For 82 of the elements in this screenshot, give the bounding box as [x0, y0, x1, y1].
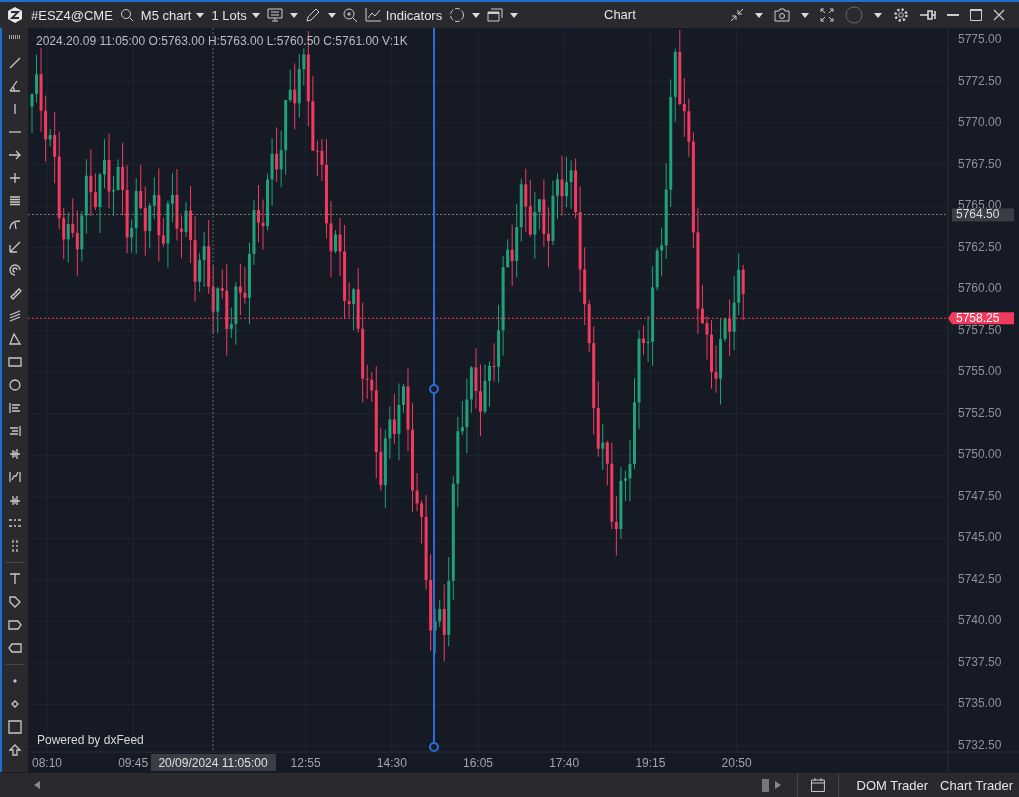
lots-dropdown[interactable]: 1 Lots [211, 7, 260, 23]
maximize-icon[interactable] [970, 9, 982, 21]
indicators-button[interactable]: Indicators [364, 7, 443, 23]
zoom-in-icon[interactable] [342, 7, 358, 23]
pin-icon[interactable] [920, 10, 936, 20]
timeframe-dropdown[interactable]: M5 chart [140, 7, 205, 23]
crosshair-icon[interactable] [7, 170, 23, 186]
monitor-icon[interactable] [266, 7, 283, 23]
bars-icon[interactable] [7, 423, 23, 439]
close-icon[interactable] [993, 9, 1005, 21]
square-icon[interactable] [7, 719, 23, 735]
panel-button[interactable]: DOM Trader [850, 777, 935, 793]
caret-icon[interactable] [801, 12, 809, 18]
bars-icon[interactable] [7, 400, 23, 416]
right-arrow-icon[interactable] [774, 781, 781, 789]
time-tick: 08:10 [32, 756, 62, 770]
price-tick: 5750.00 [958, 447, 1002, 462]
up-arrow-icon[interactable] [7, 742, 23, 758]
calendar-icon[interactable] [809, 777, 826, 793]
logo-icon [6, 6, 24, 24]
price-tick: 5732.50 [958, 738, 1002, 752]
window-icon[interactable] [487, 8, 504, 22]
caret-icon[interactable] [755, 12, 763, 18]
text-icon[interactable] [7, 571, 23, 587]
price-tick: 5742.50 [958, 571, 1002, 586]
settings-icon[interactable] [893, 7, 909, 23]
time-tick: 12:55 [290, 756, 321, 770]
price-tick: 5772.50 [958, 73, 1002, 88]
hatch-icon[interactable] [7, 308, 23, 324]
time-tick: 20:50 [721, 756, 752, 770]
symbol-name[interactable]: #ESZ4@CME [31, 7, 113, 23]
camera-icon[interactable] [774, 8, 790, 22]
fan-icon[interactable] [7, 239, 23, 255]
price-tick: 5770.00 [958, 115, 1002, 130]
price-tick: 5740.00 [958, 613, 1002, 628]
panel-button[interactable]: Chart Trader [934, 777, 1019, 793]
expand-icon[interactable] [820, 8, 834, 22]
time-tick: 16:05 [463, 756, 493, 770]
label-icon[interactable] [7, 640, 23, 656]
search-icon[interactable] [119, 8, 134, 22]
step-icon[interactable] [7, 469, 23, 485]
rectangle-icon[interactable] [7, 354, 23, 370]
price-tick: 5775.00 [958, 32, 1002, 46]
caret-icon[interactable] [472, 12, 481, 18]
time-tick: 19:15 [635, 756, 666, 770]
tag-icon[interactable] [7, 594, 23, 610]
trend-line-icon[interactable] [7, 55, 23, 71]
crosshair-time-label: 20/09/2024 11:05:00 [151, 754, 276, 771]
collapse-icon[interactable] [730, 8, 744, 22]
caret-icon[interactable] [327, 12, 336, 18]
triangle-icon[interactable] [7, 331, 23, 347]
bars-icon[interactable] [7, 446, 23, 462]
line-chart-icon [364, 8, 381, 22]
price-tick: 5752.50 [958, 405, 1002, 420]
price-tick: 5735.00 [958, 696, 1002, 711]
price-tick: 5745.00 [958, 530, 1002, 545]
target-icon[interactable] [449, 7, 466, 23]
price-tick: 5737.50 [958, 654, 1002, 669]
scrollbar-thumb[interactable] [761, 778, 769, 792]
left-arrow-icon[interactable] [34, 781, 40, 789]
watermark-text: Powered by dxFeed [37, 733, 144, 747]
caret-icon [196, 12, 205, 18]
caret-icon[interactable] [874, 12, 882, 18]
time-tick: 09:45 [118, 756, 149, 770]
caret-icon[interactable] [289, 12, 298, 18]
price-tick: 5755.00 [958, 364, 1002, 379]
price-tick: 5760.00 [958, 281, 1002, 296]
minimize-icon[interactable] [947, 13, 959, 17]
last-price-label: 5758.25 [948, 311, 1014, 326]
price-tick: 5747.50 [958, 488, 1002, 503]
price-tick: 5762.50 [958, 239, 1002, 254]
time-tick: 17:40 [549, 756, 580, 770]
window-title: Chart [604, 7, 636, 22]
pencil-icon[interactable] [304, 7, 321, 23]
caret-icon[interactable] [510, 12, 519, 18]
vertical-line-drawing[interactable] [429, 28, 439, 752]
price-tick: 5767.50 [958, 156, 1002, 171]
spiral-icon[interactable] [7, 262, 23, 278]
angle-icon[interactable] [7, 78, 23, 94]
time-tick: 14:30 [376, 756, 407, 770]
caret-icon [251, 12, 260, 18]
label-icon[interactable] [7, 617, 23, 633]
